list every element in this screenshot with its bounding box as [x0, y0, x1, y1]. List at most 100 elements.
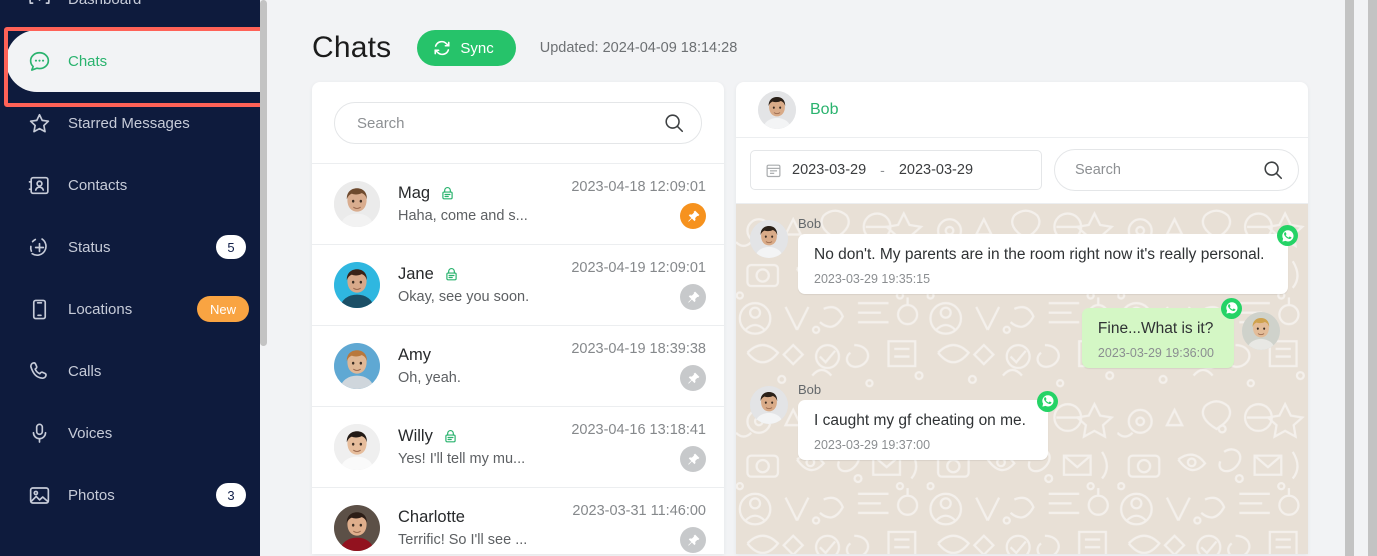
- pin-icon[interactable]: [680, 446, 706, 472]
- sidebar-item-label: Status: [68, 238, 111, 256]
- sidebar-item-photos[interactable]: Photos 3: [0, 464, 260, 526]
- chat-snippet: Okay, see you soon.: [398, 289, 530, 305]
- sidebar-scrollbar[interactable]: [260, 0, 267, 346]
- chat-row-main: Amy Oh, yeah.: [398, 346, 571, 386]
- date-range-picker[interactable]: 2023-03-29 - 2023-03-29: [750, 150, 1042, 190]
- avatar: [750, 385, 788, 424]
- message-text: I caught my gf cheating on me.: [814, 411, 1026, 429]
- chat-row[interactable]: Willy Yes! I'll tell my mu... 2023-04-16 1…: [312, 406, 724, 487]
- conversation-search-input[interactable]: [1075, 162, 1262, 178]
- chat-row-meta: 2023-04-19 12:09:01: [571, 260, 706, 310]
- calendar-icon: [765, 162, 782, 179]
- pin-icon[interactable]: [680, 284, 706, 310]
- avatar: [334, 262, 380, 308]
- chat-row-main: Mag Haha, come and s...: [398, 184, 571, 224]
- pin-icon[interactable]: [680, 527, 706, 553]
- chat-snippet: Yes! I'll tell my mu...: [398, 451, 526, 467]
- chat-row[interactable]: Mag Haha, come and s... 2023-04-18 12:09:0…: [312, 163, 724, 244]
- last-updated-text: Updated: 2024-04-09 18:14:28: [539, 40, 738, 56]
- chat-row-meta: 2023-04-16 13:18:41: [571, 422, 706, 472]
- message-in: Bob No don't. My parents are in the room …: [750, 216, 1298, 294]
- chat-name-line: Charlotte: [398, 508, 572, 527]
- avatar: [334, 181, 380, 227]
- chat-row-main: Willy Yes! I'll tell my mu...: [398, 427, 571, 467]
- sidebar-item-chats[interactable]: Chats: [6, 30, 260, 92]
- conversation-panel: Bob 2023-03-29 - 2023-03-29 Search Bob N…: [736, 82, 1308, 554]
- message-sender-name: Bob: [798, 381, 822, 397]
- sidebar-item-contacts[interactable]: Contacts: [0, 154, 260, 216]
- message-bubble[interactable]: I caught my gf cheating on me. 2023-03-29…: [798, 390, 1058, 460]
- chat-row-meta: 2023-04-19 18:39:38: [571, 341, 706, 391]
- sidebar-item-dashboard[interactable]: Dashboard: [0, 0, 260, 30]
- avatar: [758, 90, 796, 129]
- message-column: Bob No don't. My parents are in the room …: [798, 216, 1298, 294]
- message-bubble[interactable]: No don't. My parents are in the room rig…: [798, 225, 1298, 294]
- avatar: [334, 343, 380, 389]
- main-content: Chats Sync Updated: 2024-04-09 18:14:28: [260, 0, 1377, 556]
- chat-snippet: Oh, yeah.: [398, 370, 461, 386]
- whatsapp-icon: [1037, 390, 1058, 412]
- chat-timestamp: 2023-04-19 12:09:01: [571, 260, 706, 276]
- date-separator: -: [880, 162, 885, 178]
- chat-row-meta: 2023-03-31 11:46:00: [572, 503, 706, 553]
- pin-icon[interactable]: [680, 365, 706, 391]
- sidebar-item-calls[interactable]: Calls: [0, 340, 260, 402]
- message-bubble[interactable]: Fine...What is it? 2023-03-29 19:36:00: [1081, 297, 1242, 368]
- conversation-filters: 2023-03-29 - 2023-03-29: [736, 138, 1308, 204]
- sidebar-item-label: Calls: [68, 362, 102, 380]
- message-text: No don't. My parents are in the room rig…: [814, 246, 1265, 263]
- chat-contact-name: Mag: [398, 184, 431, 202]
- chat-timestamp: 2023-04-19 18:39:38: [571, 341, 706, 357]
- chat-contact-name: Jane: [398, 265, 434, 283]
- date-to[interactable]: 2023-03-29: [899, 162, 973, 178]
- page-scrollbar-inner[interactable]: [1345, 0, 1354, 556]
- chat-row-main: Jane Okay, see you soon.: [398, 265, 571, 305]
- search-icon[interactable]: [1262, 159, 1284, 181]
- chat-row[interactable]: Charlotte Terrific! So I'll see ... 2023-0…: [312, 487, 724, 554]
- sidebar-item-label: Dashboard: [68, 0, 141, 8]
- message-out: Fine...What is it? 2023-03-29 19:36:00: [750, 297, 1280, 368]
- chat-list-search-box[interactable]: [334, 102, 702, 144]
- page-header: Chats Sync Updated: 2024-04-09 18:14:28: [312, 0, 1377, 82]
- chat-row[interactable]: Amy Oh, yeah. 2023-04-19 18:39:38: [312, 325, 724, 406]
- microphone-icon: [26, 420, 52, 446]
- chat-contact-name: Amy: [398, 346, 431, 364]
- peer-name: Bob: [810, 100, 839, 118]
- chat-name-line: Mag: [398, 184, 571, 203]
- phone-call-icon: [26, 358, 52, 384]
- sidebar-item-locations[interactable]: Locations New: [0, 278, 260, 340]
- avatar: [334, 505, 380, 551]
- sync-button[interactable]: Sync: [417, 30, 516, 66]
- page-scrollbar-outer[interactable]: [1368, 0, 1377, 556]
- encrypted-chat-lock-icon: [443, 266, 460, 283]
- chat-timestamp: 2023-03-31 11:46:00: [572, 503, 706, 519]
- sidebar-nav-list: Dashboard Chats Starred Messages Contacts St…: [0, 0, 260, 526]
- refresh-icon: [433, 39, 451, 57]
- count-badge: 3: [216, 483, 246, 507]
- avatar: [1242, 311, 1280, 350]
- sidebar-item-status[interactable]: Status 5: [0, 216, 260, 278]
- contact-card-icon: [26, 172, 52, 198]
- sidebar-item-label: Chats: [68, 52, 108, 70]
- sidebar-item-starred-messages[interactable]: Starred Messages: [0, 92, 260, 154]
- sidebar-item-label: Photos: [68, 486, 115, 504]
- conversation-header: Bob: [736, 82, 1308, 138]
- chat-snippet: Haha, come and s...: [398, 208, 528, 224]
- conversation-search-box[interactable]: [1054, 149, 1299, 191]
- search-icon[interactable]: [663, 112, 685, 134]
- dashboard-icon: [26, 0, 52, 12]
- chat-bubble-icon: [26, 48, 52, 74]
- image-icon: [26, 482, 52, 508]
- chat-row[interactable]: Jane Okay, see you soon. 2023-04-19 12:09:…: [312, 244, 724, 325]
- sidebar-item-voices[interactable]: Voices: [0, 402, 260, 464]
- search-input[interactable]: [357, 114, 663, 132]
- message-timestamp: 2023-03-29 19:37:00: [814, 437, 931, 452]
- pin-icon[interactable]: [680, 203, 706, 229]
- page-title: Chats: [312, 31, 392, 64]
- app-window: Dashboard Chats Starred Messages Contacts St…: [0, 0, 1377, 556]
- date-from[interactable]: 2023-03-29: [792, 162, 866, 178]
- message-column: Bob I caught my gf cheating on me. 2023-03…: [798, 381, 1058, 460]
- encrypted-chat-lock-icon: [439, 185, 456, 202]
- chat-row-main: Charlotte Terrific! So I'll see ...: [398, 508, 572, 548]
- count-badge: 5: [216, 235, 246, 259]
